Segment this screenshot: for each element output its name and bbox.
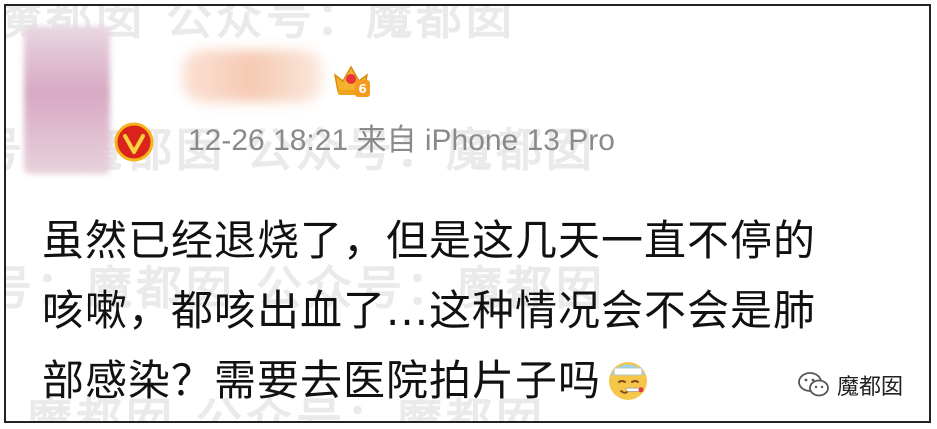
account-name: 魔都囡 [836,375,903,400]
post-frame: 魔都囡 公众号：魔都囡 公众号：魔都囡 公众号：魔都囡 公众号：魔都囡 公众号：… [4,4,931,423]
device-name[interactable]: iPhone 13 Pro [425,124,615,157]
sick-thermometer-emoji-icon [609,362,648,400]
comment-line-2: 咳嗽，都咳出血了...这种情况会不会是肺 [42,286,817,335]
source-prefix: 来自 [356,124,417,157]
crown-level-icon: 6 [333,65,370,97]
post-meta: 12-26 18:21 来自 iPhone 13 Pro [188,115,615,159]
wechat-icon [798,372,829,397]
account-source: 魔都囡 [797,369,903,401]
username-blurred[interactable] [182,50,322,102]
post-timestamp: 12-26 18:21 [188,124,349,157]
comment-line-3: 部感染？需要去医院拍片子吗 [42,346,922,416]
comment-line-1: 虽然已经退烧了，但是这几天一直不停的 [42,216,817,265]
user-avatar[interactable] [24,26,110,174]
comment-text: 虽然已经退烧了，但是这几天一直不停的 咳嗽，都咳出血了...这种情况会不会是肺 … [42,206,922,416]
comment-line-3-text: 部感染？需要去医院拍片子吗 [42,356,602,405]
verified-v-icon [114,122,154,162]
level-number: 6 [358,82,366,96]
